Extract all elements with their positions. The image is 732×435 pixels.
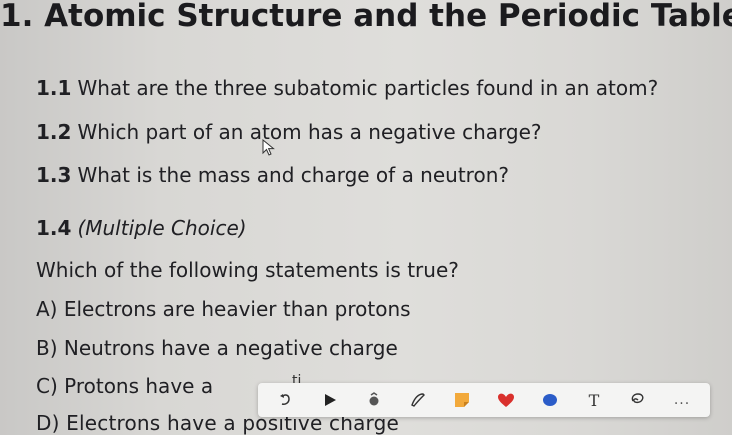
heart-icon[interactable] — [494, 388, 518, 412]
page-title: 1. Atomic Structure and the Periodic Tab… — [0, 0, 732, 34]
question-text: What are the three subatomic particles f… — [77, 76, 659, 100]
question-1-1: 1.1 What are the three subatomic particle… — [36, 76, 658, 100]
sticky-note-icon[interactable] — [450, 388, 474, 412]
mouse-cursor-icon — [262, 139, 275, 156]
question-number: 1.3 — [36, 163, 72, 187]
question-type-label: (Multiple Choice) — [77, 216, 247, 240]
option-a[interactable]: A) Electrons are heavier than protons — [36, 297, 411, 321]
eraser-icon[interactable] — [362, 388, 386, 412]
text-tool-icon[interactable]: T — [582, 388, 606, 412]
worksheet-page: 1. Atomic Structure and the Periodic Tab… — [0, 0, 732, 435]
question-1-4-heading: 1.4 (Multiple Choice) — [36, 216, 247, 240]
question-text: Which part of an atom has a negative cha… — [77, 120, 542, 144]
question-1-2: 1.2 Which part of an atom has a negative … — [36, 120, 542, 144]
annotation-toolbar: T ... — [258, 383, 710, 417]
pen-icon[interactable] — [406, 388, 430, 412]
more-icon[interactable]: ... — [670, 388, 694, 412]
blob-icon[interactable] — [538, 388, 562, 412]
question-number: 1.2 — [36, 120, 72, 144]
lasso-icon[interactable] — [626, 388, 650, 412]
undo-icon[interactable] — [274, 388, 298, 412]
option-b[interactable]: B) Neutrons have a negative charge — [36, 336, 398, 360]
option-c[interactable]: C) Protons have a — [36, 374, 213, 398]
question-stem: Which of the following statements is tru… — [36, 258, 459, 282]
question-number: 1.1 — [36, 76, 72, 100]
play-icon[interactable] — [318, 388, 342, 412]
question-number: 1.4 — [36, 216, 72, 240]
question-1-3: 1.3 What is the mass and charge of a neut… — [36, 163, 509, 187]
question-text: What is the mass and charge of a neutron… — [77, 163, 509, 187]
